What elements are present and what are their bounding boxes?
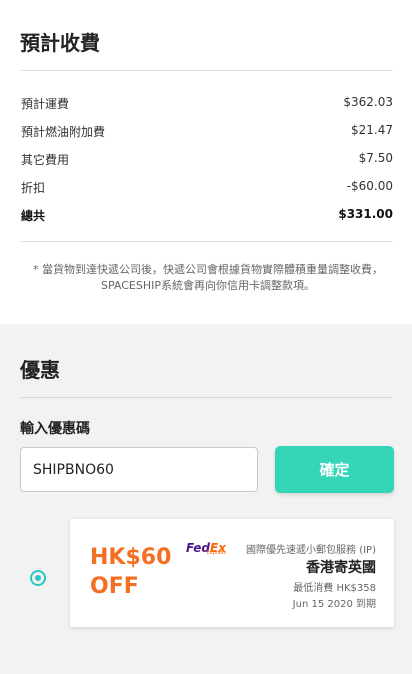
other-fees-value: $7.50 bbox=[358, 151, 393, 165]
divider bbox=[20, 70, 393, 71]
divider bbox=[20, 241, 393, 242]
divider bbox=[20, 397, 393, 398]
coupon-card[interactable]: HK$60 OFF FedEx Express 國際優先速遞小郵包服務 (IP)… bbox=[70, 519, 394, 627]
discount-label: 折扣 bbox=[21, 181, 46, 195]
total-label: 總共 bbox=[21, 209, 46, 223]
promo-code-label: 輸入優惠碼 bbox=[20, 421, 90, 437]
service-name: 國際優先速遞小郵包服務 (IP) bbox=[246, 545, 376, 556]
coupon-amount-value: HK$60 bbox=[90, 545, 172, 570]
estimate-title: 預計收費 bbox=[20, 31, 100, 55]
promo-code-input[interactable] bbox=[20, 447, 258, 492]
discount-value: -$60.00 bbox=[346, 179, 393, 193]
estimate-card: 預計收費 預計運費 $362.03 預計燃油附加費 $21.47 其它費用 $7… bbox=[0, 0, 412, 324]
adjustment-note: * 當貨物到達快遞公司後，快遞公司會根據貨物實際體積重量調整收費，SPACESH… bbox=[33, 263, 383, 292]
shipping-fee-label: 預計運費 bbox=[21, 97, 70, 111]
discount-title: 優惠 bbox=[20, 358, 60, 382]
route: 香港寄英國 bbox=[306, 560, 376, 576]
radio-selected-dot bbox=[35, 575, 41, 581]
min-spend: 最低消費 HK$358 bbox=[293, 583, 376, 594]
fedex-logo-express: Express bbox=[206, 550, 226, 556]
fuel-surcharge-label: 預計燃油附加費 bbox=[21, 125, 106, 139]
fedex-logo: FedEx Express bbox=[186, 537, 226, 556]
total-value: $331.00 bbox=[338, 207, 393, 221]
confirm-button[interactable]: 確定 bbox=[275, 446, 394, 493]
expiry-date: Jun 15 2020 到期 bbox=[292, 599, 376, 610]
shipping-fee-value: $362.03 bbox=[343, 95, 393, 109]
coupon-radio[interactable] bbox=[30, 570, 46, 586]
coupon-amount-off: OFF bbox=[90, 574, 139, 599]
fuel-surcharge-value: $21.47 bbox=[351, 123, 393, 137]
other-fees-label: 其它費用 bbox=[21, 153, 70, 167]
coupon-amount: HK$60 OFF bbox=[90, 543, 190, 601]
